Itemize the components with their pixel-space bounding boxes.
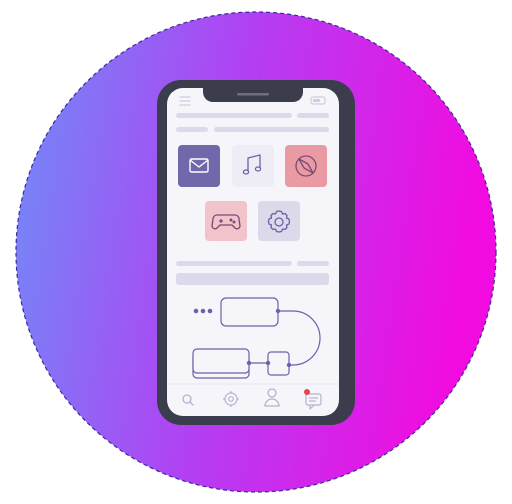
connector-dot <box>275 308 281 314</box>
battery-level <box>313 99 320 102</box>
placeholder-bar <box>176 127 208 132</box>
flow-node-small <box>267 351 290 376</box>
placeholder-bar <box>214 127 329 132</box>
connector-dot <box>265 360 271 366</box>
placeholder-bar <box>176 113 292 118</box>
dot <box>193 308 199 314</box>
connector-dot <box>246 360 252 366</box>
placeholder-bar <box>297 261 329 266</box>
placeholder-bar <box>176 261 292 266</box>
app-mail[interactable] <box>178 145 220 187</box>
placeholder-bar-wide <box>176 273 329 285</box>
placeholder-bar <box>297 113 329 118</box>
speaker-grille <box>237 93 269 96</box>
illustration <box>15 11 497 493</box>
app-compass[interactable] <box>285 145 327 187</box>
app-games[interactable] <box>205 201 247 241</box>
dot <box>200 308 206 314</box>
app-music[interactable] <box>232 145 274 187</box>
flow-node <box>220 297 279 327</box>
connector-dot <box>286 362 292 368</box>
notification-badge <box>304 389 310 395</box>
app-settings[interactable] <box>258 201 300 241</box>
phone <box>157 80 355 425</box>
dot <box>207 308 213 314</box>
flow-node-stack <box>192 348 250 374</box>
